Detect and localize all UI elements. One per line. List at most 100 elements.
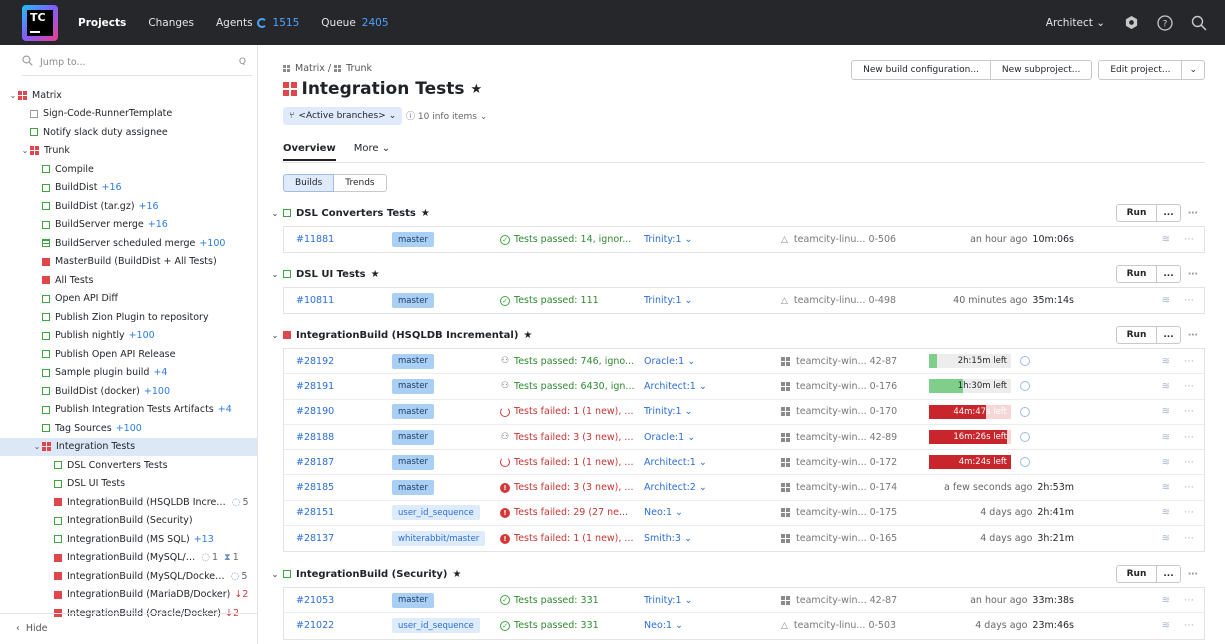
more-icon[interactable]: ⋯ xyxy=(1184,381,1194,392)
agent-link[interactable]: teamcity-win... 42-87 xyxy=(781,356,897,367)
branch-badge[interactable]: master xyxy=(392,404,434,420)
sidebar-item[interactable]: BuildDist +16 xyxy=(0,179,257,198)
changes-link[interactable]: Trinity:1 ⌄ xyxy=(644,406,693,417)
build-number-link[interactable]: #28137 xyxy=(296,533,334,544)
more-icon[interactable]: ⋯ xyxy=(1184,620,1194,631)
run-button[interactable]: Run xyxy=(1116,204,1157,222)
star-icon[interactable]: ★ xyxy=(471,82,483,97)
chevron-down-icon[interactable]: ⌄ xyxy=(8,91,18,100)
agent-link[interactable]: teamcity-win... 0-176 xyxy=(781,381,897,392)
agent-link[interactable]: △ teamcity-linu... 0-503 xyxy=(781,620,896,631)
build-status[interactable]: Tests failed: 1 (1 new), ... xyxy=(500,457,634,468)
run-options-button[interactable]: ... xyxy=(1157,265,1181,283)
sidebar-item[interactable]: ⌄ Matrix xyxy=(0,86,257,105)
chevron-down-icon[interactable]: ⌄ xyxy=(270,270,280,279)
changes-link[interactable]: Oracle:1 ⌄ xyxy=(644,356,695,367)
more-icon[interactable]: ⋯ xyxy=(1184,507,1194,518)
branch-badge[interactable]: user_id_sequence xyxy=(392,505,480,521)
agent-link[interactable]: teamcity-win... 42-87 xyxy=(781,595,897,606)
tab-more[interactable]: More ⌄ xyxy=(354,143,390,161)
nav-queue[interactable]: Queue 2405 xyxy=(321,17,388,29)
layers-icon[interactable]: ≋ xyxy=(1162,406,1170,417)
sidebar-item[interactable]: BuildServer scheduled merge +100 xyxy=(0,234,257,253)
build-status[interactable]: ✓ Tests passed: 14, ignor... xyxy=(500,234,631,245)
changes-link[interactable]: Trinity:1 ⌄ xyxy=(644,234,693,245)
chevron-down-icon[interactable]: ⌄ xyxy=(20,146,30,155)
layers-icon[interactable]: ≋ xyxy=(1162,356,1170,367)
sidebar-item[interactable]: All Tests xyxy=(0,271,257,290)
new-build-configuration-button[interactable]: New build configuration... xyxy=(851,60,991,80)
build-status[interactable]: ! Tests failed: 1 (1 new), ... xyxy=(500,533,634,544)
build-status[interactable]: Tests failed: 1 (1 new), ... xyxy=(500,406,634,417)
star-icon[interactable]: ★ xyxy=(371,269,380,280)
branch-filter[interactable]: ⑂ <Active branches> ⌄ xyxy=(283,107,403,125)
sidebar-item[interactable]: MasterBuild (BuildDist + All Tests) xyxy=(0,253,257,272)
changes-link[interactable]: Neo:1 ⌄ xyxy=(644,507,683,518)
agent-link[interactable]: teamcity-win... 0-170 xyxy=(781,406,897,417)
section-title[interactable]: DSL Converters Tests xyxy=(296,208,416,219)
stop-build-icon[interactable] xyxy=(1020,406,1030,417)
sidebar-item[interactable]: Compile xyxy=(0,160,257,179)
sidebar-item[interactable]: Sample plugin build +4 xyxy=(0,364,257,383)
agent-link[interactable]: teamcity-win... 0-165 xyxy=(781,533,897,544)
build-status[interactable]: ⚇ Tests passed: 6430, ign... xyxy=(500,381,635,392)
layers-icon[interactable]: ≋ xyxy=(1162,507,1170,518)
hide-sidebar-button[interactable]: ‹ Hide xyxy=(16,623,48,634)
more-icon[interactable]: ⋯ xyxy=(1184,595,1194,606)
branch-badge[interactable]: master xyxy=(392,454,434,470)
branch-badge[interactable]: master xyxy=(392,480,434,496)
star-icon[interactable]: ★ xyxy=(453,569,462,580)
branch-badge[interactable]: master xyxy=(392,429,434,445)
sidebar-item[interactable]: Open API Diff xyxy=(0,290,257,309)
build-status[interactable]: ! Tests failed: 29 (27 ne... xyxy=(500,507,628,518)
changes-link[interactable]: Architect:1 ⌄ xyxy=(644,457,707,468)
nav-projects[interactable]: Projects xyxy=(78,17,126,29)
agent-link[interactable]: teamcity-win... 0-175 xyxy=(781,507,897,518)
build-number-link[interactable]: #28185 xyxy=(296,482,334,493)
agent-link[interactable]: △ teamcity-linu... 0-506 xyxy=(781,234,896,245)
sidebar-item[interactable]: BuildDist (tar.gz) +16 xyxy=(0,197,257,216)
layers-icon[interactable]: ≋ xyxy=(1162,432,1170,443)
sidebar-item[interactable]: BuildDist (docker) +100 xyxy=(0,382,257,401)
changes-link[interactable]: Neo:1 ⌄ xyxy=(644,620,683,631)
section-title[interactable]: IntegrationBuild (Security) xyxy=(296,569,448,580)
build-status[interactable]: ⚇ Tests failed: 3 (3 new), ... xyxy=(500,432,634,443)
agent-link[interactable]: △ teamcity-linu... 0-498 xyxy=(781,295,896,306)
more-icon[interactable]: ⋯ xyxy=(1184,356,1194,367)
new-subproject-button[interactable]: New subproject... xyxy=(990,60,1093,80)
user-menu[interactable]: Architect ⌄ xyxy=(1046,17,1105,29)
run-options-button[interactable]: ... xyxy=(1157,204,1181,222)
chevron-down-icon[interactable]: ⌄ xyxy=(270,570,280,579)
segment-trends[interactable]: Trends xyxy=(334,174,387,192)
build-number-link[interactable]: #28192 xyxy=(296,356,334,367)
more-icon[interactable]: ⋯ xyxy=(1181,208,1205,219)
branch-badge[interactable]: master xyxy=(392,378,434,394)
build-number-link[interactable]: #28190 xyxy=(296,406,334,417)
build-number-link[interactable]: #10811 xyxy=(296,295,334,306)
build-number-link[interactable]: #11881 xyxy=(296,234,334,245)
agent-link[interactable]: teamcity-win... 42-89 xyxy=(781,432,897,443)
layers-icon[interactable]: ≋ xyxy=(1162,295,1170,306)
more-icon[interactable]: ⋯ xyxy=(1184,234,1194,245)
more-icon[interactable]: ⋯ xyxy=(1184,482,1194,493)
branch-badge[interactable]: master xyxy=(392,232,434,248)
more-icon[interactable]: ⋯ xyxy=(1184,406,1194,417)
stop-build-icon[interactable] xyxy=(1020,356,1030,367)
sidebar-item[interactable]: Publish Zion Plugin to repository xyxy=(0,308,257,327)
run-button[interactable]: Run xyxy=(1116,326,1157,344)
build-number-link[interactable]: #28151 xyxy=(296,507,334,518)
section-title[interactable]: IntegrationBuild (HSQLDB Incremental) xyxy=(296,330,518,341)
build-number-link[interactable]: #28188 xyxy=(296,432,334,443)
branch-badge[interactable]: master xyxy=(392,353,434,369)
run-button[interactable]: Run xyxy=(1116,565,1157,583)
agent-link[interactable]: teamcity-win... 0-172 xyxy=(781,457,897,468)
teamcity-logo[interactable]: TC xyxy=(22,4,58,41)
sidebar-item[interactable]: BuildServer merge +16 xyxy=(0,216,257,235)
build-number-link[interactable]: #28191 xyxy=(296,381,334,392)
sidebar-item[interactable]: IntegrationBuild (MariaDB/Docker) ↓2 xyxy=(0,586,257,605)
nav-agents[interactable]: Agents 1515 xyxy=(216,17,299,29)
layers-icon[interactable]: ≋ xyxy=(1162,620,1170,631)
layers-icon[interactable]: ≋ xyxy=(1162,457,1170,468)
layers-icon[interactable]: ≋ xyxy=(1162,533,1170,544)
sidebar-item[interactable]: Publish Open API Release xyxy=(0,345,257,364)
